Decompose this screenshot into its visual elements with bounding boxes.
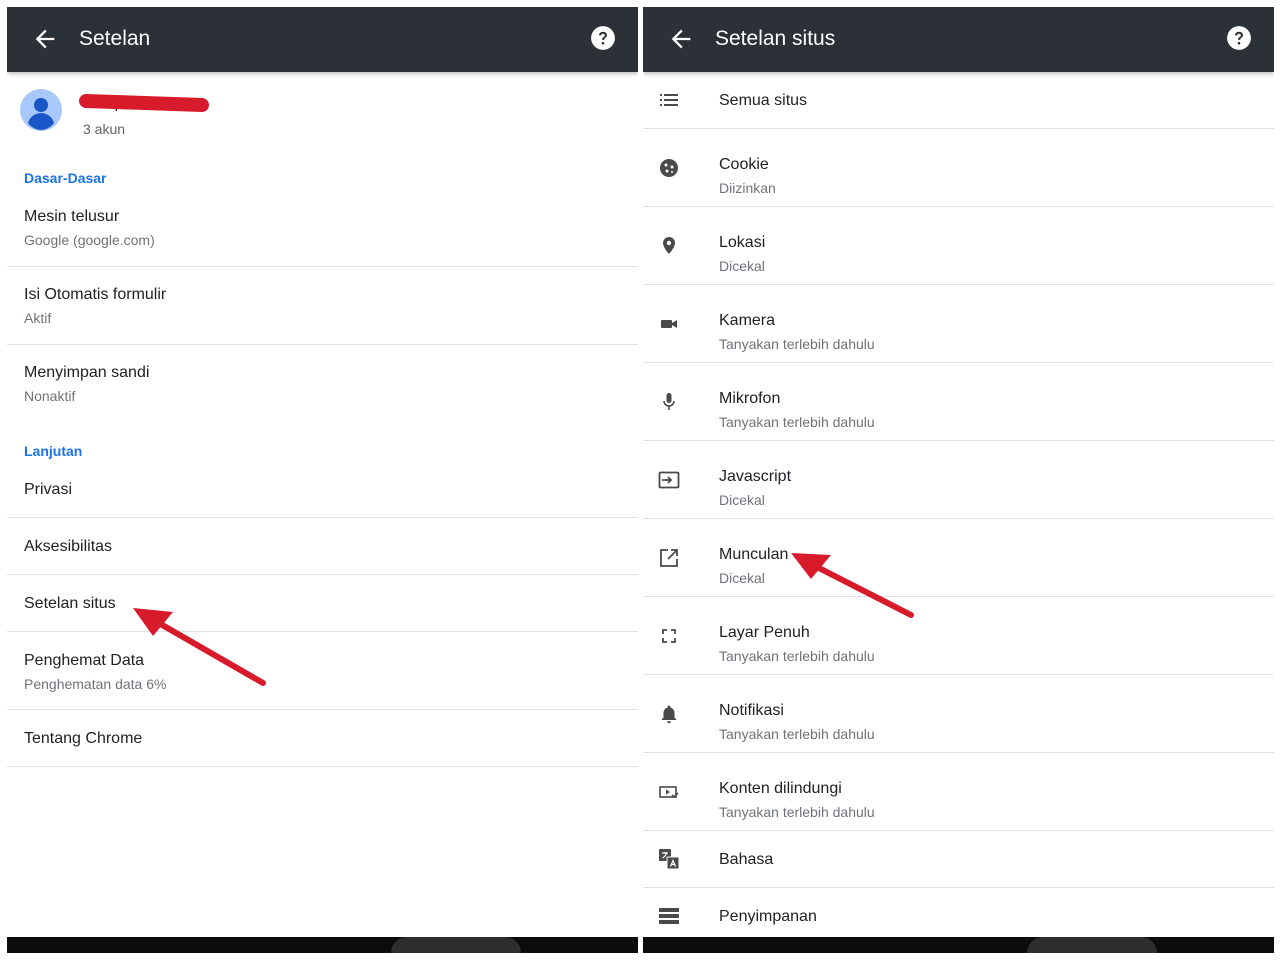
site-setting-cookie[interactable]: Cookie Diizinkan [643,129,1274,207]
item-label: Layar Penuh [719,624,810,641]
item-summary: Tanyakan terlebih dahulu [719,648,875,664]
item-summary: Dicekal [719,492,765,508]
toolbar: Setelan situs [643,7,1274,72]
arrow-back-icon[interactable] [31,25,59,53]
item-label: Kamera [719,312,776,329]
site-setting-all-sites[interactable]: Semua situs [643,72,1274,129]
item-summary: Tanyakan terlebih dahulu [719,414,875,430]
item-label: Mikrofon [719,390,781,407]
toolbar: Setelan [7,7,638,72]
account-count: 3 akun [83,121,126,137]
section-header-advanced: Lanjutan [24,443,83,459]
videocam-icon [661,320,677,328]
item-label: Privasi [24,481,73,498]
translate-icon [659,849,680,870]
item-label: Setelan situs [24,595,116,612]
settings-item-about-chrome[interactable]: Tentang Chrome [7,710,638,767]
item-label: Lokasi [719,234,766,251]
nav-handle [1027,937,1157,953]
item-summary: Nonaktif [24,388,76,404]
site-setting-notifications[interactable]: Notifikasi Tanyakan terlebih dahulu [643,675,1274,753]
item-summary: Dicekal [719,570,765,586]
settings-panel: Setelan Birequi 3 akun Dasar-Dasar Mesin… [7,7,638,953]
item-summary: Penghematan data 6% [24,676,167,692]
location-pin-icon [663,237,675,254]
item-label: Isi Otomatis formulir [24,286,167,303]
site-setting-camera[interactable]: Kamera Tanyakan terlebih dahulu [643,285,1274,363]
storage-icon [659,908,679,924]
item-summary: Tanyakan terlebih dahulu [719,804,875,820]
section-header-basics: Dasar-Dasar [24,170,107,186]
item-label: Konten dilindungi [719,780,842,797]
item-label: Mesin telusur [24,208,120,225]
fullscreen-icon [662,629,676,643]
settings-item-search-engine[interactable]: Mesin telusur Google (google.com) [7,195,638,267]
protected-content-icon [659,786,679,799]
bell-icon [661,705,677,724]
help-icon[interactable] [590,25,616,51]
item-summary: Tanyakan terlebih dahulu [719,726,875,742]
site-setting-fullscreen[interactable]: Layar Penuh Tanyakan terlebih dahulu [643,597,1274,675]
avatar [20,89,62,131]
site-setting-popups[interactable]: Munculan Dicekal [643,519,1274,597]
item-summary: Diizinkan [719,180,776,196]
item-summary: Dicekal [719,258,765,274]
item-label: Menyimpan sandi [24,364,150,381]
arrow-back-icon[interactable] [667,25,695,53]
page-title: Setelan [79,27,151,50]
settings-item-data-saver[interactable]: Penghemat Data Penghematan data 6% [7,632,638,710]
site-setting-protected-content[interactable]: Konten dilindungi Tanyakan terlebih dahu… [643,753,1274,831]
settings-item-passwords[interactable]: Menyimpan sandi Nonaktif [7,345,638,423]
account-row[interactable]: Birequi 3 akun [7,81,638,149]
item-label: Tentang Chrome [24,730,143,747]
mic-icon [663,393,675,410]
system-nav-bar [7,937,638,953]
nav-handle [391,937,521,953]
item-label: Munculan [719,546,789,563]
item-summary: Google (google.com) [24,232,155,248]
help-icon[interactable] [1226,25,1252,51]
item-label: Aksesibilitas [24,538,113,555]
settings-item-site-settings[interactable]: Setelan situs [7,575,638,632]
site-setting-language[interactable]: Bahasa [643,831,1274,888]
item-label: Bahasa [719,851,774,868]
item-summary: Tanyakan terlebih dahulu [719,336,875,352]
item-label: Semua situs [719,92,808,109]
page-title: Setelan situs [715,27,836,50]
settings-item-autofill[interactable]: Isi Otomatis formulir Aktif [7,267,638,345]
site-setting-javascript[interactable]: Javascript Dicekal [643,441,1274,519]
item-label: Javascript [719,468,792,485]
system-nav-bar [643,937,1274,953]
settings-item-accessibility[interactable]: Aksesibilitas [7,518,638,575]
item-label: Cookie [719,156,769,173]
settings-item-privacy[interactable]: Privasi [7,465,638,518]
javascript-icon [658,471,680,489]
item-label: Penghemat Data [24,652,145,669]
site-setting-location[interactable]: Lokasi Dicekal [643,207,1274,285]
cookie-icon [660,159,678,177]
item-label: Notifikasi [719,702,784,719]
item-label: Penyimpanan [719,908,817,925]
site-settings-panel: Setelan situs Semua situs Cookie Diizink… [643,7,1274,953]
open-in-new-icon [660,549,678,567]
site-setting-microphone[interactable]: Mikrofon Tanyakan terlebih dahulu [643,363,1274,441]
item-summary: Aktif [24,310,52,326]
list-icon [660,94,678,106]
